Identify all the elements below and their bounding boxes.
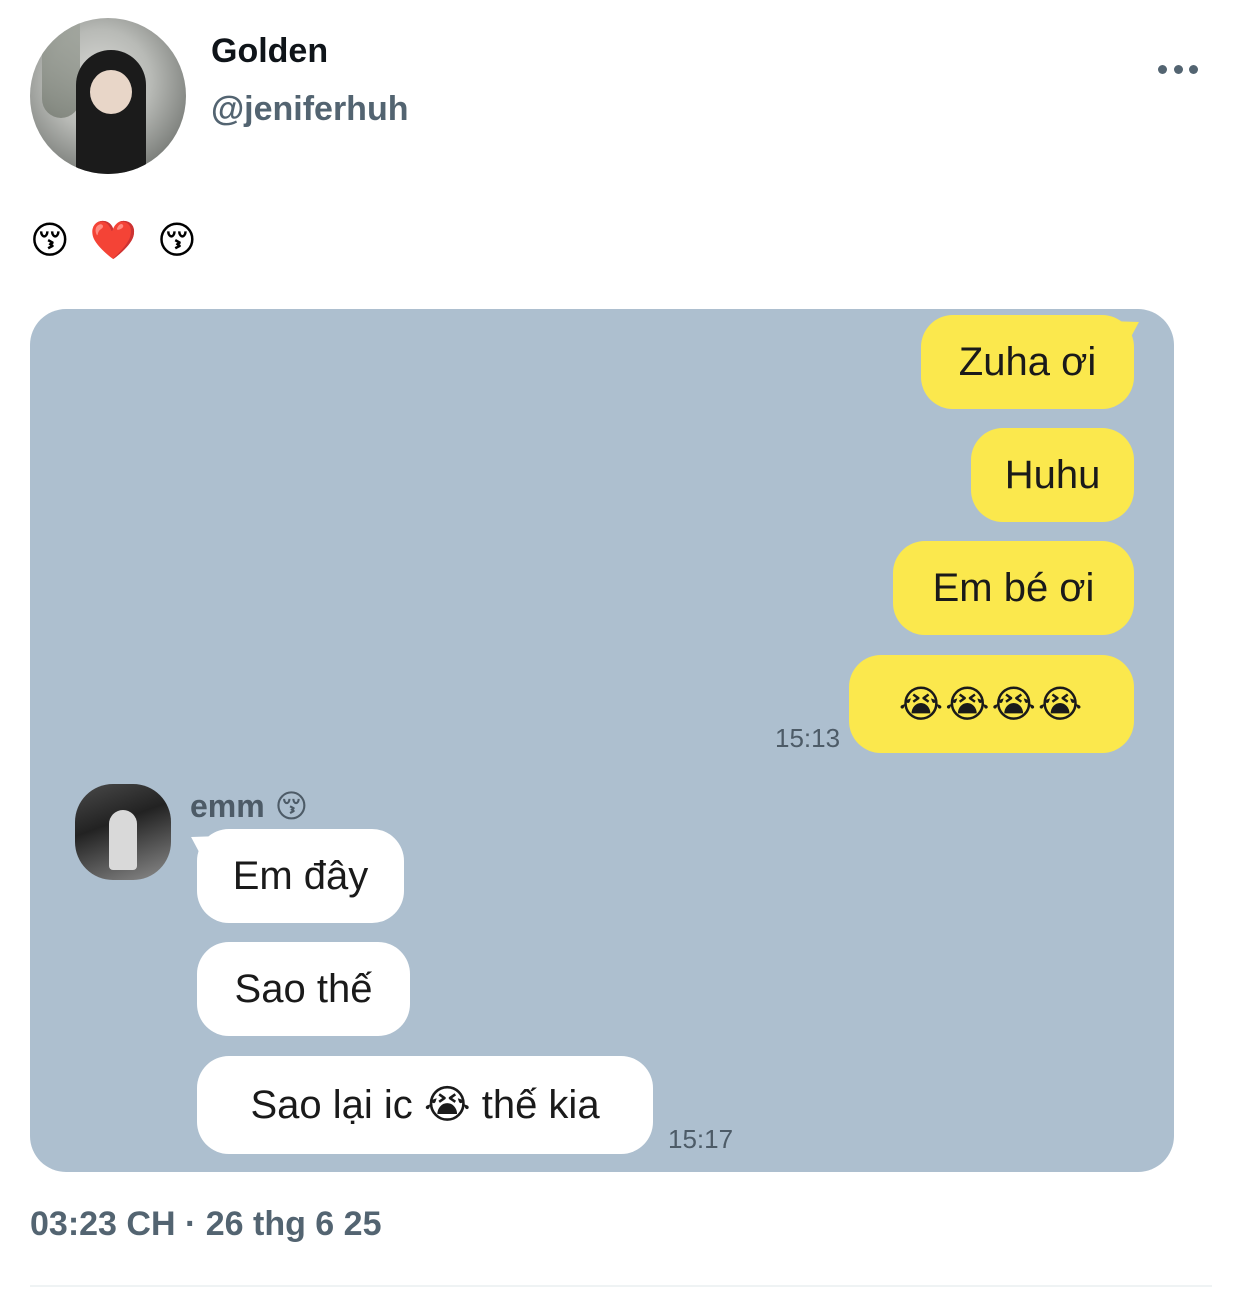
tweet-timestamp[interactable]: 03:23 CH · 26 thg 6 25 <box>30 1205 381 1244</box>
display-name[interactable]: Golden <box>211 32 328 71</box>
message-text: Sao lại ic 😭 thế kia <box>250 1083 600 1127</box>
outgoing-message: Zuha ơi <box>921 315 1134 409</box>
avatar-face <box>90 70 132 114</box>
avatar-background <box>42 18 80 118</box>
message-text: 😭😭😭😭 <box>898 682 1085 726</box>
message-text: Sao thế <box>234 966 373 1011</box>
incoming-message: Sao lại ic 😭 thế kia <box>197 1056 653 1154</box>
chat-screenshot: Zuha ơi Huhu Em bé ơi 😭😭😭😭 15:13 emm 😚 Em… <box>30 309 1174 1172</box>
tweet-text: 😚 ❤️ 😚 <box>30 218 201 262</box>
outgoing-message: 😭😭😭😭 <box>849 655 1134 753</box>
incoming-time: 15:17 <box>668 1124 734 1154</box>
message-text: Em bé ơi <box>932 565 1095 610</box>
outgoing-message: Huhu <box>971 428 1134 522</box>
friend-name-emoji: 😚 <box>274 787 309 825</box>
message-text: Zuha ơi <box>958 339 1097 384</box>
more-options-icon[interactable] <box>1158 62 1198 76</box>
outgoing-time: 15:13 <box>775 723 841 753</box>
divider <box>30 1285 1212 1287</box>
incoming-message: Em đây <box>197 829 404 923</box>
friend-avatar-figure <box>109 810 137 870</box>
profile-avatar[interactable] <box>30 18 186 174</box>
user-handle[interactable]: @jeniferhuh <box>211 90 409 129</box>
outgoing-message: Em bé ơi <box>893 541 1134 635</box>
incoming-message: Sao thế <box>197 942 410 1036</box>
message-text: Huhu <box>1004 452 1101 497</box>
friend-avatar[interactable] <box>75 784 171 880</box>
message-text: Em đây <box>232 853 369 898</box>
friend-name: emm 😚 <box>190 787 309 825</box>
